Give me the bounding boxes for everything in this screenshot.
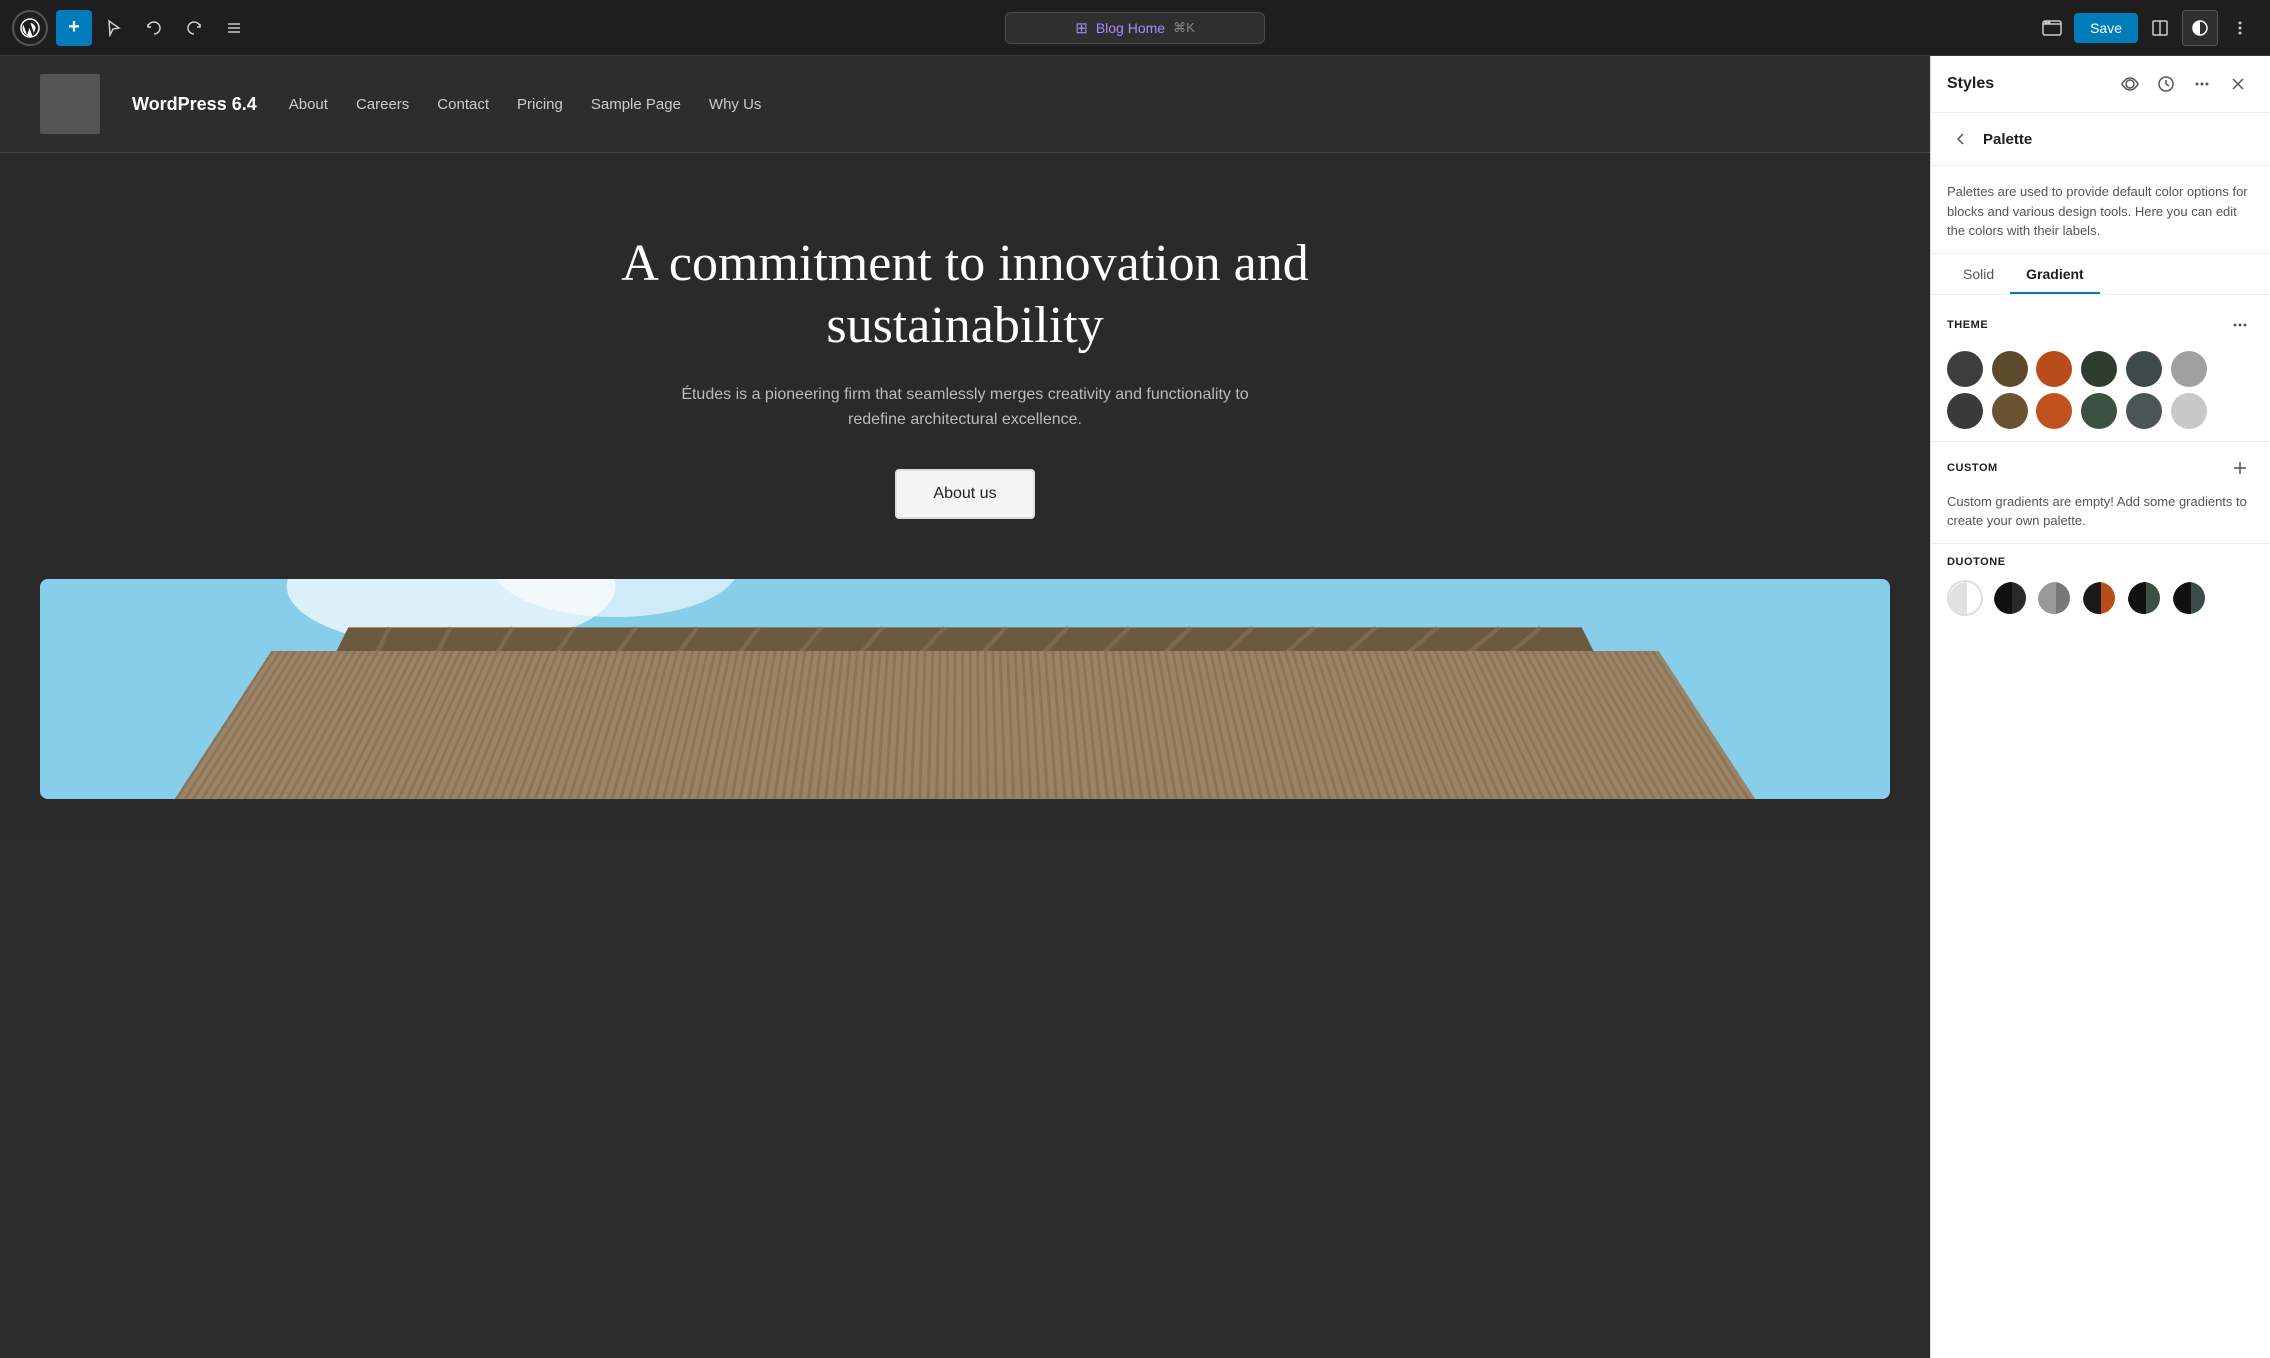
page-title: Blog Home <box>1096 20 1165 36</box>
theme-colors-row1 <box>1947 351 2254 387</box>
add-block-button[interactable]: + <box>56 10 92 46</box>
duotone-swatch-white[interactable] <box>1947 580 1983 616</box>
tab-solid[interactable]: Solid <box>1947 254 2010 294</box>
panel-header-icons <box>2114 68 2254 100</box>
redo-button[interactable] <box>176 10 212 46</box>
duotone-swatch-gray[interactable] <box>2036 580 2072 616</box>
panel-title: Styles <box>1947 75 1994 93</box>
nav-item-about[interactable]: About <box>289 96 328 113</box>
color-swatch-forest[interactable] <box>2081 393 2117 429</box>
color-swatch-dark-green[interactable] <box>2081 351 2117 387</box>
panel-header: Styles <box>1931 56 2270 113</box>
theme-section: THEME <box>1931 295 2270 441</box>
page-selector[interactable]: ⊞ Blog Home ⌘K <box>1005 12 1265 44</box>
site-logo <box>40 74 100 134</box>
custom-section-header: CUSTOM <box>1947 454 2254 482</box>
styles-preview-button[interactable] <box>2114 68 2146 100</box>
undo-button[interactable] <box>136 10 172 46</box>
toolbar: + ⊞ Blog Home ⌘K <box>0 0 2270 56</box>
nav-item-whyus[interactable]: Why Us <box>709 96 762 113</box>
wp-logo[interactable] <box>12 10 48 46</box>
tab-gradient[interactable]: Gradient <box>2010 254 2100 294</box>
hero-section: A commitment to innovation and sustainab… <box>0 153 1930 579</box>
add-custom-button[interactable] <box>2226 454 2254 482</box>
canvas-area[interactable]: WordPress 6.4 About Careers Contact Pric… <box>0 56 1930 1358</box>
nav-item-careers[interactable]: Careers <box>356 96 409 113</box>
hero-title: A commitment to innovation and sustainab… <box>615 233 1315 358</box>
color-swatch-tan[interactable] <box>1992 393 2028 429</box>
preview-button[interactable] <box>2034 10 2070 46</box>
main-layout: WordPress 6.4 About Careers Contact Pric… <box>0 56 2270 1358</box>
palette-title: Palette <box>1983 131 2032 148</box>
theme-label: THEME <box>1947 319 1988 331</box>
building-image <box>40 579 1890 799</box>
duotone-section: DUOTONE <box>1931 543 2270 628</box>
toolbar-right: Save <box>2034 10 2258 46</box>
building-section <box>0 579 1930 839</box>
site-name: WordPress 6.4 <box>132 94 257 115</box>
nav-item-pricing[interactable]: Pricing <box>517 96 563 113</box>
duotone-label: DUOTONE <box>1947 556 2254 568</box>
more-options-button[interactable] <box>2222 10 2258 46</box>
hero-subtitle: Études is a pioneering firm that seamles… <box>665 382 1265 433</box>
color-swatch-teal-gray[interactable] <box>2126 393 2162 429</box>
duotone-swatch-teal-black[interactable] <box>2171 580 2207 616</box>
site-header: WordPress 6.4 About Careers Contact Pric… <box>0 56 1930 153</box>
theme-section-header: THEME <box>1947 311 2254 339</box>
color-swatch-dark-gray[interactable] <box>1947 351 1983 387</box>
select-tool-button[interactable] <box>96 10 132 46</box>
palette-tabs: Solid Gradient <box>1931 254 2270 295</box>
back-button[interactable] <box>1947 125 1975 153</box>
dark-mode-button[interactable] <box>2182 10 2218 46</box>
color-swatch-brown[interactable] <box>1992 351 2028 387</box>
palette-header: Palette <box>1931 113 2270 166</box>
styles-close-button[interactable] <box>2222 68 2254 100</box>
hero-cta-button[interactable]: About us <box>895 469 1034 519</box>
custom-empty-text: Custom gradients are empty! Add some gra… <box>1947 492 2254 531</box>
palette-description: Palettes are used to provide default col… <box>1931 166 2270 254</box>
duotone-swatch-black-dark[interactable] <box>1992 580 2028 616</box>
color-swatch-slate[interactable] <box>2126 351 2162 387</box>
custom-section: CUSTOM Custom gradients are empty! Add s… <box>1931 441 2270 543</box>
toolbar-center: ⊞ Blog Home ⌘K <box>1005 12 1265 44</box>
site-nav: About Careers Contact Pricing Sample Pag… <box>289 96 762 113</box>
nav-item-contact[interactable]: Contact <box>437 96 489 113</box>
list-view-button[interactable] <box>216 10 252 46</box>
styles-more-button[interactable] <box>2186 68 2218 100</box>
duotone-swatch-green-black[interactable] <box>2126 580 2162 616</box>
color-swatch-charcoal[interactable] <box>1947 393 1983 429</box>
color-swatch-rust[interactable] <box>2036 351 2072 387</box>
styles-history-button[interactable] <box>2150 68 2182 100</box>
duotone-grid <box>1947 580 2254 616</box>
keyboard-shortcut: ⌘K <box>1173 20 1195 36</box>
styles-panel: Styles <box>1930 56 2270 1358</box>
color-swatch-orange-rust[interactable] <box>2036 393 2072 429</box>
save-button[interactable]: Save <box>2074 13 2138 43</box>
color-swatch-light-gray[interactable] <box>2171 351 2207 387</box>
color-swatch-silver[interactable] <box>2171 393 2207 429</box>
grid-icon: ⊞ <box>1075 19 1088 37</box>
nav-item-sample[interactable]: Sample Page <box>591 96 681 113</box>
custom-label: CUSTOM <box>1947 462 1998 474</box>
duotone-swatch-rust-black[interactable] <box>2081 580 2117 616</box>
theme-menu-button[interactable] <box>2226 311 2254 339</box>
theme-colors-row2 <box>1947 393 2254 429</box>
view-toggle-button[interactable] <box>2142 10 2178 46</box>
